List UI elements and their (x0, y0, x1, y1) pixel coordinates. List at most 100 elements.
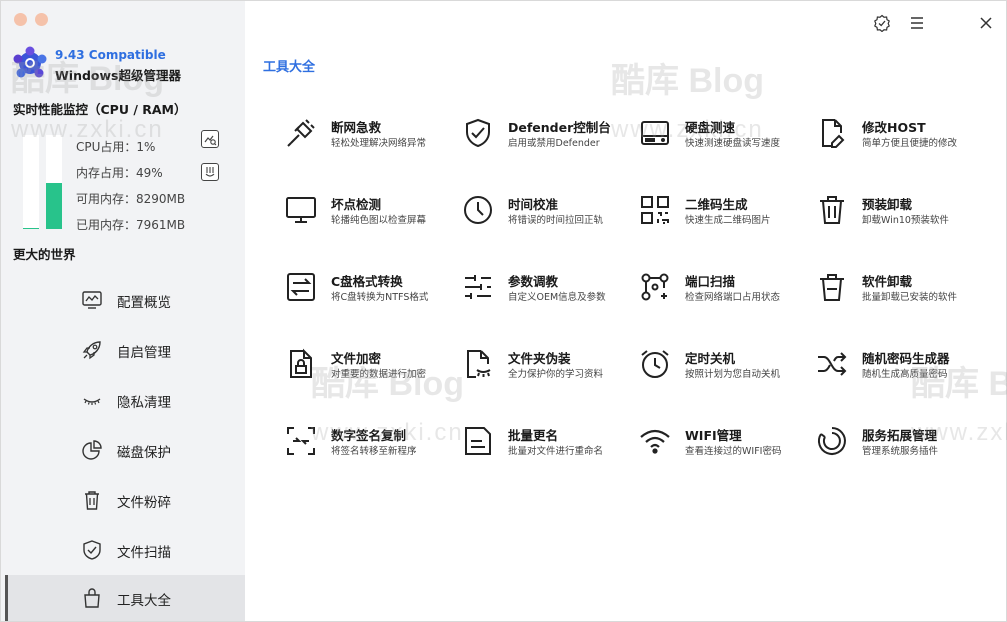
tool-param-tuning[interactable]: 参数调教 自定义OEM信息及参数 (462, 267, 637, 317)
plug-icon (287, 119, 315, 147)
tool-folder-disguise[interactable]: 文件夹伪装 全力保护你的学习资料 (462, 344, 637, 394)
shield-check-icon (83, 540, 101, 560)
tool-wifi-manage[interactable]: WIFI管理 查看连接过的WIFI密码 (639, 421, 814, 471)
tool-name: C盘格式转换 (331, 274, 403, 289)
clean-icon (205, 167, 215, 177)
tool-desc: 将错误的时间拉回正轨 (508, 215, 604, 226)
cpu-detail-button[interactable] (201, 130, 219, 148)
tool-password-generator[interactable]: 随机密码生成器 随机生成高质量密码 (816, 344, 991, 394)
window-close-dot[interactable] (14, 13, 27, 26)
page-title: 工具大全 (263, 60, 316, 75)
tool-name: 软件卸载 (862, 274, 913, 289)
watermark-brand: 酷库 Blog (611, 62, 764, 100)
tool-desc: 按照计划为您自动关机 (685, 369, 781, 380)
tool-timed-shutdown[interactable]: 定时关机 按照计划为您自动关机 (639, 344, 814, 394)
shuffle-icon (818, 352, 847, 376)
tool-time-sync[interactable]: 时间校准 将错误的时间拉回正轨 (462, 190, 637, 240)
window-minimize-dot[interactable] (35, 13, 48, 26)
tool-desc: 管理系统服务插件 (862, 446, 939, 457)
app-window: 9.43 Compatible Windows超级管理器 实时性能监控（CPU … (0, 0, 1007, 622)
sidebar: 9.43 Compatible Windows超级管理器 实时性能监控（CPU … (1, 1, 245, 621)
trash-icon (820, 196, 844, 224)
nav-item-file-shred[interactable]: 文件粉碎 (5, 477, 245, 523)
tool-desc: 轮播纯色图以检查屏幕 (331, 215, 427, 226)
nav-label: 隐私清理 (117, 395, 171, 411)
perf-monitor-title: 实时性能监控（CPU / RAM） (13, 102, 187, 117)
monitor-chart-icon (82, 291, 102, 309)
nav-label: 自启管理 (117, 345, 171, 361)
mem-detail-button[interactable] (201, 163, 219, 181)
nav-item-privacy-clean[interactable]: 隐私清理 (5, 377, 245, 423)
shield-check-icon (466, 118, 490, 148)
mem-usage-fill (46, 182, 62, 229)
tool-network-rescue[interactable]: 断网急救 轻松处理解决网络异常 (285, 113, 460, 163)
tool-preinstall-uninstall[interactable]: 预装卸载 卸载Win10预装软件 (816, 190, 991, 240)
tool-name: 修改HOST (862, 120, 926, 135)
tool-edit-host[interactable]: 修改HOST 简单方便且便捷的修改 (816, 113, 991, 163)
monitor-search-icon (204, 135, 217, 146)
menu-button[interactable] (907, 13, 927, 33)
rename-icon (465, 427, 491, 455)
mem-usage-label: 内存占用：49% (76, 166, 163, 180)
rocket-icon (82, 341, 101, 360)
tool-c-drive-convert[interactable]: C盘格式转换 将C盘转换为NTFS格式 (285, 267, 460, 317)
tool-desc: 启用或禁用Defender (508, 138, 600, 149)
nav-label: 文件扫描 (117, 545, 171, 561)
tool-file-encrypt[interactable]: 文件加密 对重要的数据进行加密 (285, 344, 460, 394)
nav-item-disk-protect[interactable]: 磁盘保护 (5, 427, 245, 473)
alarm-clock-icon (641, 350, 669, 378)
tool-name: 定时关机 (685, 351, 736, 366)
tool-desc: 将C盘转换为NTFS格式 (331, 292, 429, 303)
tool-desc: 批量卸载已安装的软件 (862, 292, 958, 303)
bag-icon (84, 588, 100, 608)
tool-disk-speed[interactable]: 硬盘测速 快速测速硬盘读写速度 (639, 113, 814, 163)
tool-name: 坏点检测 (331, 197, 382, 212)
tool-name: 服务拓展管理 (862, 428, 938, 443)
tool-service-manage[interactable]: 服务拓展管理 管理系统服务插件 (816, 421, 991, 471)
tool-defender-console[interactable]: Defender控制台 启用或禁用Defender (462, 113, 637, 163)
tool-desc: 卸载Win10预装软件 (862, 215, 949, 226)
tool-batch-rename[interactable]: 批量更名 批量对文件进行重命名 (462, 421, 637, 471)
tool-name: 硬盘测速 (685, 120, 736, 135)
tool-desc: 将签名转移至新程序 (331, 446, 417, 457)
tool-desc: 快速测速硬盘读写速度 (685, 138, 781, 149)
badge-check-icon (874, 14, 890, 32)
trash-can-icon (820, 274, 844, 301)
app-logo-icon (13, 46, 47, 78)
tool-name: 端口扫描 (685, 274, 736, 289)
nav-item-startup[interactable]: 自启管理 (5, 327, 245, 373)
tool-dead-pixel[interactable]: 坏点检测 轮播纯色图以检查屏幕 (285, 190, 460, 240)
mem-used-label: 已用内存：7961MB (76, 218, 186, 232)
tool-name: 二维码生成 (685, 197, 748, 212)
nav-item-toolbox[interactable]: 工具大全 (5, 575, 245, 621)
pie-chart-icon (82, 440, 102, 460)
tool-desc: 随机生成高质量密码 (862, 369, 948, 380)
hard-drive-icon (641, 121, 669, 145)
app-version: 9.43 Compatible (55, 48, 166, 62)
world-section-label: 更大的世界 (13, 247, 76, 262)
verify-button[interactable] (872, 13, 892, 33)
tool-desc: 查看连接过的WIFI密码 (685, 446, 782, 457)
qr-code-icon (641, 196, 669, 224)
tool-name: 断网急救 (331, 120, 382, 135)
mem-usage-bar (46, 135, 62, 229)
tool-name: 预装卸载 (862, 197, 913, 212)
tool-port-scan[interactable]: 端口扫描 检查网络端口占用状态 (639, 267, 814, 317)
close-button[interactable] (976, 13, 996, 33)
tool-name: 数字签名复制 (331, 428, 407, 443)
monitor-icon (286, 197, 316, 223)
tool-desc: 自定义OEM信息及参数 (508, 292, 606, 303)
tool-desc: 快速生成二维码图片 (685, 215, 771, 226)
tool-name: 随机密码生成器 (862, 351, 950, 366)
tool-name: 批量更名 (508, 428, 559, 443)
tool-software-uninstall[interactable]: 软件卸载 批量卸载已安装的软件 (816, 267, 991, 317)
tool-desc: 简单方便且便捷的修改 (862, 138, 958, 149)
nav-item-file-scan[interactable]: 文件扫描 (5, 527, 245, 573)
cpu-usage-bar (23, 135, 39, 229)
file-lock-icon (290, 348, 312, 378)
tool-qr-code[interactable]: 二维码生成 快速生成二维码图片 (639, 190, 814, 240)
tool-name: 时间校准 (508, 197, 559, 212)
tool-signature-copy[interactable]: 数字签名复制 将签名转移至新程序 (285, 421, 460, 471)
mem-available-label: 可用内存：8290MB (76, 192, 186, 206)
nav-item-config-overview[interactable]: 配置概览 (5, 277, 245, 323)
